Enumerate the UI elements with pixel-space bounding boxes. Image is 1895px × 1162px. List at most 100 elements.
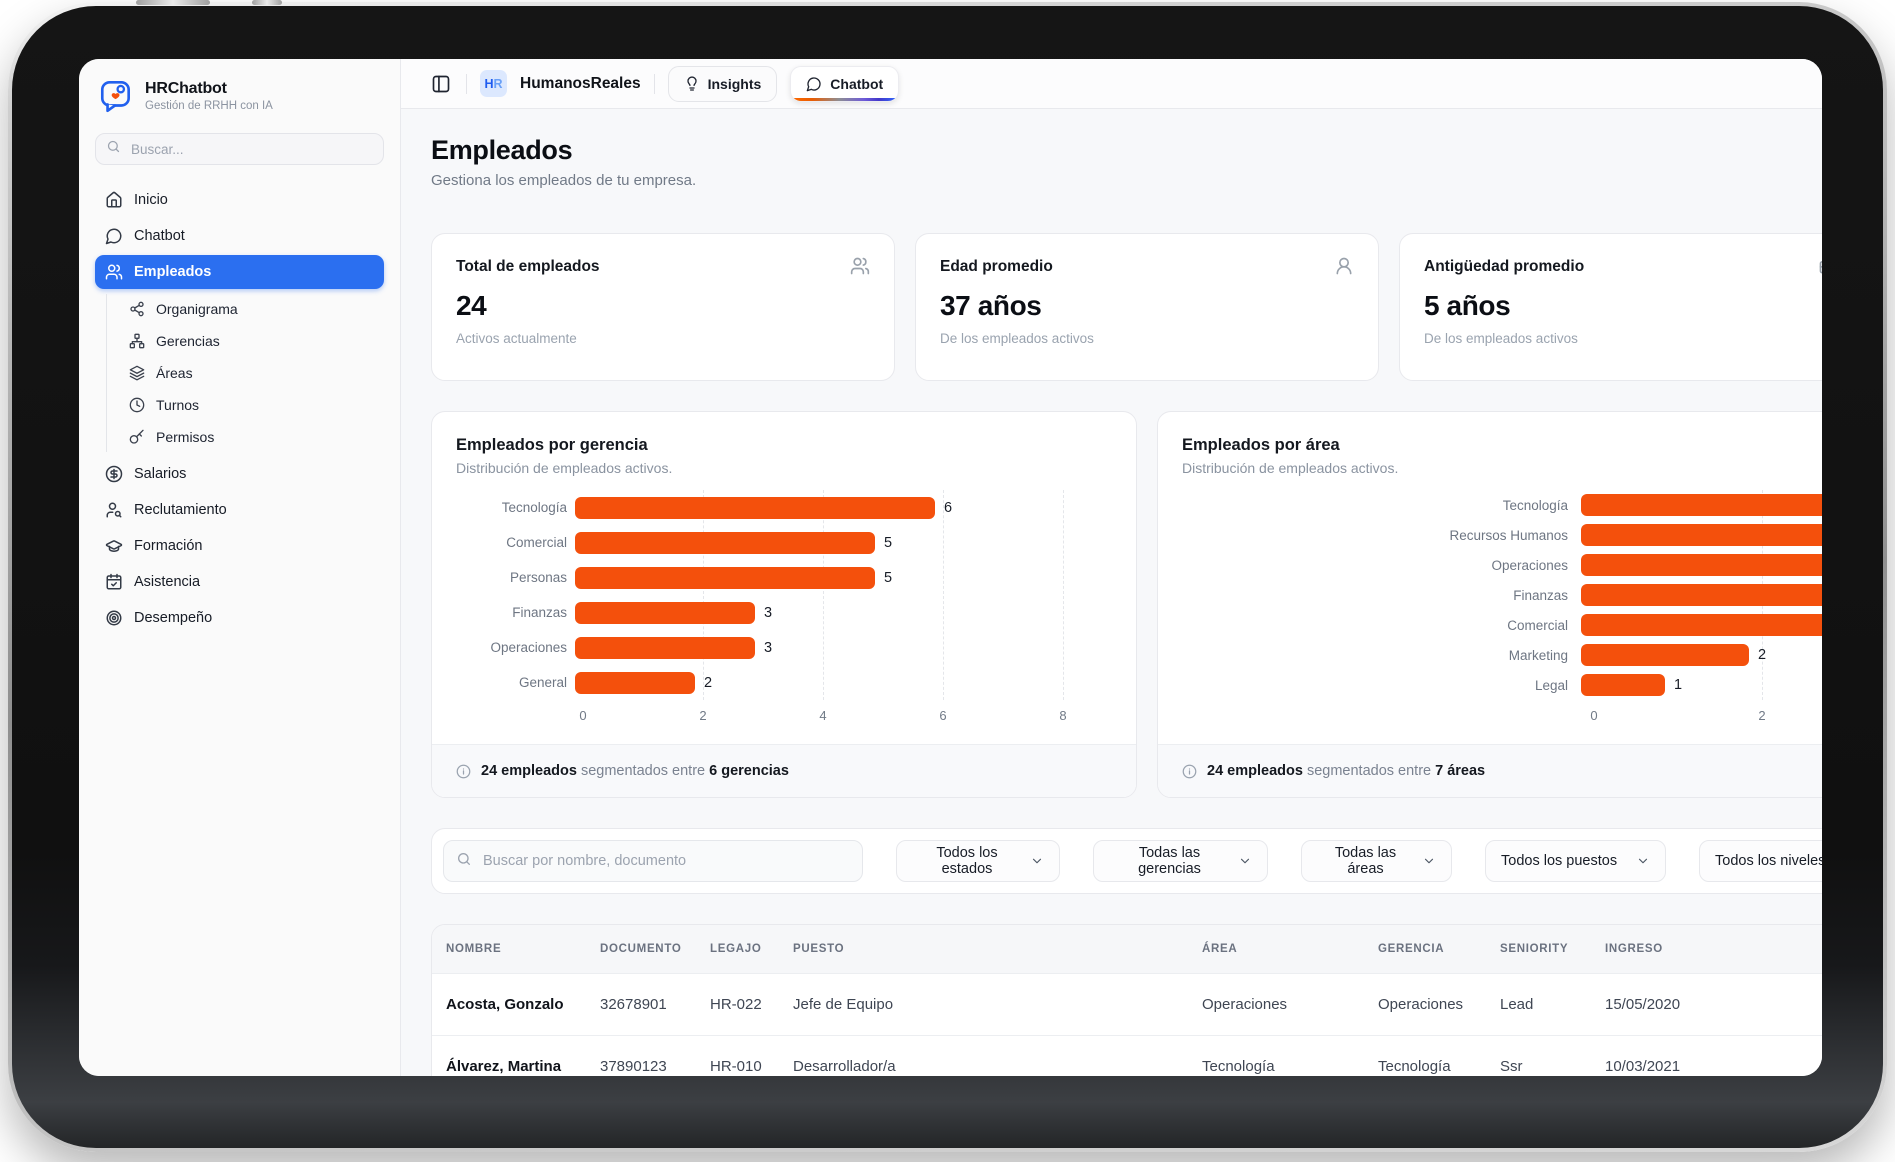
- chart-head: Empleados por gerenciaDistribución de em…: [432, 412, 1136, 476]
- bar-row-marketing: Marketing2: [1182, 640, 1822, 670]
- sidebar-item-formacion[interactable]: Formación: [95, 529, 384, 563]
- calendar-check-icon: [105, 573, 123, 591]
- column-header-nombre[interactable]: NOMBRE: [432, 925, 600, 973]
- sidebar-item-label: Organigrama: [156, 301, 238, 317]
- sidebar-subnav: Organigrama Gerencias Áreas Turnos Permisos: [106, 294, 384, 452]
- column-header-gerencia[interactable]: GERENCIA: [1378, 925, 1500, 973]
- bar: [1581, 494, 1822, 516]
- dollar-icon: [105, 465, 123, 483]
- sidebar-item-label: Turnos: [156, 397, 199, 413]
- app-name: HRChatbot: [145, 80, 273, 98]
- column-header-ingreso[interactable]: INGRESO: [1605, 925, 1822, 973]
- bar-value-label: 5: [884, 570, 892, 586]
- filter-dropdown-todos-los-niveles[interactable]: Todos los niveles: [1699, 840, 1822, 882]
- bar-row-finanzas: Finanzas3: [456, 595, 1112, 630]
- axis-tick-label: 6: [939, 708, 946, 723]
- content-viewport: Empleados Gestiona los empleados de tu e…: [401, 109, 1822, 1076]
- sidebar-item-reclutamiento[interactable]: Reclutamiento: [95, 493, 384, 527]
- column-header-puesto[interactable]: PUESTO: [793, 925, 1202, 973]
- gridline: [703, 490, 704, 700]
- sidebar-search[interactable]: [95, 133, 384, 165]
- chart-title: Empleados por gerencia: [456, 436, 1112, 455]
- filter-dropdown-label: Todos los niveles: [1715, 853, 1822, 869]
- insights-button[interactable]: Insights: [668, 66, 778, 102]
- sidebar-item-desempeno[interactable]: Desempeño: [95, 601, 384, 635]
- bar-track: 3: [575, 637, 1112, 659]
- employees-table: NOMBREDOCUMENTOLEGAJOPUESTOÁREAGERENCIAS…: [432, 925, 1822, 1076]
- sidebar-toggle-button[interactable]: [429, 72, 453, 96]
- bar-track: 5: [575, 532, 1112, 554]
- bar: [575, 672, 695, 694]
- filter-dropdown-todos-los-puestos[interactable]: Todos los puestos: [1485, 840, 1666, 882]
- user-search-icon: [105, 501, 123, 519]
- bar: [575, 567, 875, 589]
- sidebar-item-empleados[interactable]: Empleados: [95, 255, 384, 289]
- axis-tick-label: 0: [1590, 708, 1597, 723]
- chart-plot: Tecnología5Recursos Humanos5Operaciones4…: [1158, 490, 1822, 726]
- sidebar-item-chatbot[interactable]: Chatbot: [95, 219, 384, 253]
- device-volume-button: [252, 0, 282, 5]
- table-row[interactable]: Álvarez, Martina37890123HR-010Desarrolla…: [432, 1035, 1822, 1076]
- cell-legajo: HR-010: [710, 1035, 793, 1076]
- tablet-bezel: HRChatbot Gestión de RRHH con IA InicioC…: [12, 6, 1883, 1148]
- chatbot-label: Chatbot: [830, 76, 883, 92]
- sidebar-item-gerencias[interactable]: Gerencias: [119, 326, 384, 356]
- charts-row: Empleados por gerenciaDistribución de em…: [431, 411, 1822, 798]
- filter-dropdown-label: Todas las áreas: [1317, 845, 1414, 877]
- info-icon: [456, 764, 471, 779]
- column-header-seniority[interactable]: SENIORITY: [1500, 925, 1605, 973]
- search-icon: [456, 851, 472, 872]
- filter-dropdown-todas-las-areas[interactable]: Todas las áreas: [1301, 840, 1452, 882]
- sidebar-item-label: Desempeño: [134, 610, 212, 626]
- sidebar-search-input[interactable]: [129, 141, 373, 158]
- stat-value: 37 años: [940, 290, 1354, 322]
- bar-value-label: 3: [764, 605, 772, 621]
- bar-row-comercial: Comercial5: [456, 525, 1112, 560]
- cell-gerencia: Operaciones: [1378, 973, 1500, 1035]
- users-icon: [850, 256, 870, 276]
- clock-icon: [129, 397, 145, 413]
- gridline: [1063, 490, 1064, 700]
- page-subtitle: Gestiona los empleados de tu empresa.: [431, 172, 1822, 189]
- sidebar-item-asistencia[interactable]: Asistencia: [95, 565, 384, 599]
- app-screen: HRChatbot Gestión de RRHH con IA InicioC…: [79, 59, 1822, 1076]
- table-row[interactable]: Acosta, Gonzalo32678901HR-022Jefe de Equ…: [432, 973, 1822, 1035]
- sidebar-item-permisos[interactable]: Permisos: [119, 422, 384, 452]
- bar: [575, 637, 755, 659]
- sidebar-item-organigrama[interactable]: Organigrama: [119, 294, 384, 324]
- filter-dropdown-todos-los-estados[interactable]: Todos los estados: [896, 840, 1060, 882]
- table-search-input[interactable]: [481, 852, 850, 870]
- axis-tick-label: 8: [1059, 708, 1066, 723]
- bar-track: 2: [575, 672, 1112, 694]
- sidebar-item-salarios[interactable]: Salarios: [95, 457, 384, 491]
- filter-dropdown-label: Todos los estados: [912, 845, 1022, 877]
- bar-track: 1: [1581, 674, 1822, 696]
- sidebar-item-turnos[interactable]: Turnos: [119, 390, 384, 420]
- table-search[interactable]: [443, 840, 863, 882]
- stat-title: Edad promedio: [940, 258, 1354, 276]
- chart-footer-text: 24 empleados segmentados entre 6 gerenci…: [481, 763, 789, 779]
- sidebar-item-label: Gerencias: [156, 333, 220, 349]
- column-header-legajo[interactable]: LEGAJO: [710, 925, 793, 973]
- sidebar-item-label: Asistencia: [134, 574, 200, 590]
- stat-caption: De los empleados activos: [940, 331, 1354, 346]
- bar-track: 6: [575, 497, 1112, 519]
- chevron-down-icon: [1636, 854, 1650, 868]
- bar: [575, 532, 875, 554]
- sidebar-item-inicio[interactable]: Inicio: [95, 183, 384, 217]
- cell-legajo: HR-022: [710, 973, 793, 1035]
- sidebar-item-areas[interactable]: Áreas: [119, 358, 384, 388]
- bar-category-label: Personas: [456, 570, 575, 585]
- chart-x-axis: 02468: [583, 700, 1112, 726]
- chart-footer: 24 empleados segmentados entre 7 áreas: [1158, 744, 1822, 797]
- bar-track: 3: [575, 602, 1112, 624]
- bar-track: 3: [1581, 614, 1822, 636]
- column-header-area[interactable]: ÁREA: [1202, 925, 1378, 973]
- bar-row-personas: Personas 5: [456, 560, 1112, 595]
- filter-dropdown-todas-las-gerencias[interactable]: Todas las gerencias: [1093, 840, 1268, 882]
- share-icon: [129, 301, 145, 317]
- bar-value-label: 2: [704, 675, 712, 691]
- column-header-documento[interactable]: DOCUMENTO: [600, 925, 710, 973]
- chart-title: Empleados por área: [1182, 436, 1822, 455]
- chatbot-button[interactable]: Chatbot: [790, 66, 899, 102]
